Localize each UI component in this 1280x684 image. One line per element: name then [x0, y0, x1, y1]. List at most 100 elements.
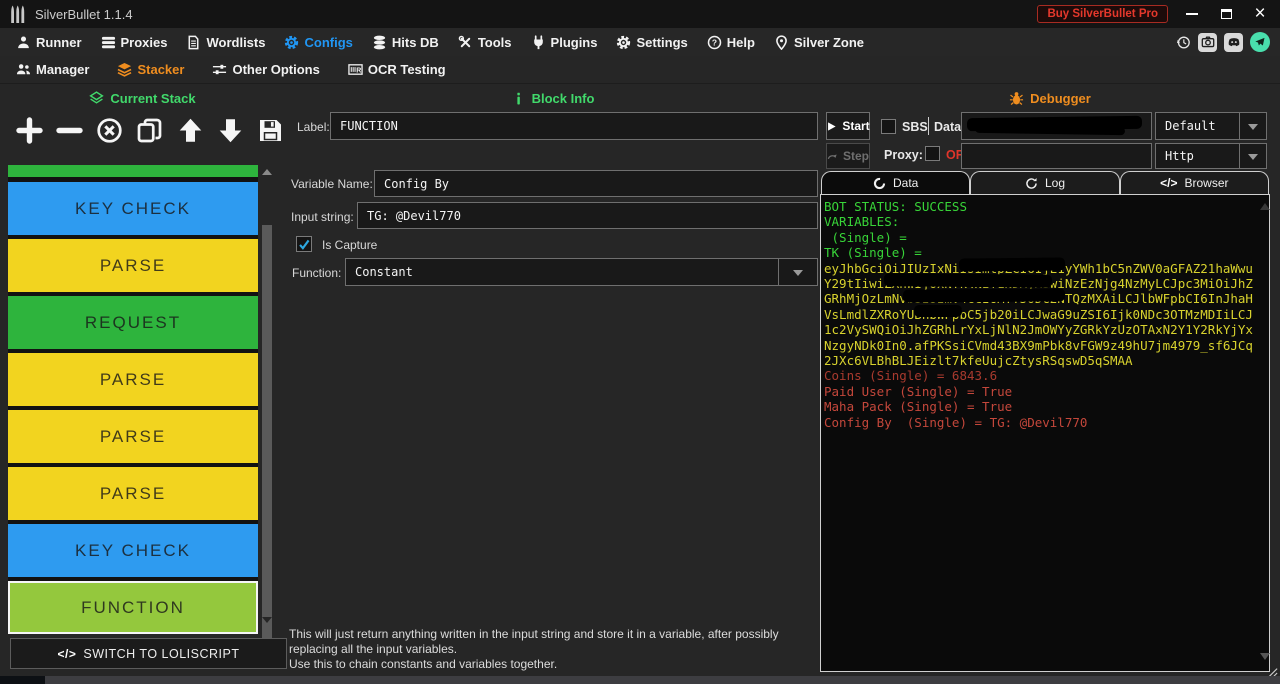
console-scroll-up-icon[interactable]	[1260, 203, 1270, 210]
tab-data[interactable]: Data	[821, 171, 970, 194]
clear-stack-button[interactable]	[96, 117, 123, 144]
remove-block-button[interactable]	[56, 117, 83, 144]
scrollbar-thumb[interactable]	[262, 225, 272, 645]
function-select-value: Constant	[355, 265, 778, 279]
menu-item-configs[interactable]: Configs	[284, 35, 352, 50]
svg-text:?: ?	[712, 37, 717, 47]
menu-item-label: Configs	[304, 35, 352, 50]
menu-right-icons	[1176, 32, 1280, 52]
is-capture-checkbox[interactable]	[296, 236, 312, 252]
submenu-item-ocr-testing[interactable]: ROCR Testing	[348, 62, 446, 77]
ocr-testing-icon: R	[348, 62, 363, 77]
move-down-button[interactable]	[217, 117, 244, 144]
menu-item-silver-zone[interactable]: Silver Zone	[774, 35, 864, 50]
redacted-token-scribble	[884, 273, 1052, 287]
proxy-input[interactable]	[961, 143, 1152, 169]
menu-item-label: Proxies	[121, 35, 168, 50]
code-icon: </>	[58, 647, 77, 661]
menu-item-help[interactable]: ?Help	[707, 35, 755, 50]
start-button[interactable]: Start	[826, 112, 870, 140]
stacker-icon	[117, 62, 132, 77]
stack-block-parse[interactable]: PARSE	[8, 467, 258, 520]
proxy-label: Proxy:	[884, 148, 923, 162]
submenu-item-manager[interactable]: Manager	[16, 62, 89, 77]
description-line: Use this to chain constants and variable…	[289, 657, 821, 672]
stack-block-key-check[interactable]: KEY CHECK	[8, 182, 258, 235]
bot-type-select[interactable]: Default	[1155, 112, 1267, 140]
titlebar: SilverBullet 1.1.4 Buy SilverBullet Pro …	[0, 0, 1280, 28]
proxy-type-select[interactable]: Http	[1155, 143, 1267, 169]
plugins-icon	[531, 35, 546, 50]
redacted-token-scribble	[914, 305, 962, 317]
console-line: 1c2VySWQiOiJhZGRhLrYxLjNlN2JmOWYyZGRkYzU…	[824, 322, 1269, 337]
stack-block-parse[interactable]: PARSE	[8, 353, 258, 406]
stack-block-request[interactable]: REQUEST	[8, 296, 258, 349]
select-divider	[778, 259, 779, 285]
screenshot-icon[interactable]	[1198, 33, 1217, 52]
submenu-item-other-options[interactable]: Other Options	[212, 62, 319, 77]
chevron-down-icon	[1248, 124, 1258, 135]
stack-block-key-check[interactable]: KEY CHECK	[8, 524, 258, 577]
stack-block-parse[interactable]: PARSE	[8, 410, 258, 463]
hits-db-icon	[372, 35, 387, 50]
switch-to-loliscript-button[interactable]: </> SWITCH TO LOLISCRIPT	[10, 638, 287, 669]
stack-block-function[interactable]: FUNCTION	[8, 581, 258, 634]
proxy-checkbox[interactable]	[925, 146, 940, 161]
move-up-button[interactable]	[177, 117, 204, 144]
divider	[928, 117, 929, 135]
buy-pro-button[interactable]: Buy SilverBullet Pro	[1037, 5, 1168, 23]
stack-list-scrollbar[interactable]	[261, 165, 273, 657]
tab-label: Data	[893, 176, 918, 190]
bot-type-value: Default	[1165, 119, 1239, 133]
function-select[interactable]: Constant	[345, 258, 818, 286]
step-button-label: Step	[843, 149, 869, 163]
maximize-button[interactable]	[1216, 4, 1236, 24]
label-input[interactable]	[330, 112, 818, 140]
discord-icon[interactable]	[1224, 33, 1243, 52]
duplicate-block-button[interactable]	[136, 117, 163, 144]
input-string-input[interactable]	[357, 202, 818, 229]
console-scroll-down-icon[interactable]	[1260, 653, 1270, 660]
stack-block-parse[interactable]: PARSE	[8, 239, 258, 292]
history-icon[interactable]	[1176, 35, 1191, 50]
tab-log[interactable]: Log	[970, 171, 1119, 194]
add-block-button[interactable]	[16, 117, 43, 144]
info-icon	[511, 91, 526, 106]
close-button[interactable]: ×	[1250, 4, 1270, 24]
variable-name-input[interactable]	[374, 170, 818, 197]
tab-browser[interactable]: </>Browser	[1120, 171, 1269, 194]
menu-item-label: Hits DB	[392, 35, 439, 50]
scroll-up-arrow-icon[interactable]	[262, 169, 272, 175]
browser-tab-icon: </>	[1160, 176, 1177, 190]
menu-item-label: Runner	[36, 35, 82, 50]
sbs-checkbox[interactable]	[881, 119, 896, 134]
menu-item-hits-db[interactable]: Hits DB	[372, 35, 439, 50]
menu-item-runner[interactable]: Runner	[16, 35, 82, 50]
tab-label: Log	[1045, 176, 1065, 190]
step-arrow-icon	[827, 151, 838, 162]
horizontal-scrollbar[interactable]	[0, 676, 1280, 684]
menu-item-tools[interactable]: Tools	[458, 35, 512, 50]
minimize-button[interactable]	[1182, 4, 1202, 24]
menu-item-settings[interactable]: Settings	[616, 35, 687, 50]
telegram-icon[interactable]	[1250, 32, 1270, 52]
stack-toolbar	[16, 110, 284, 150]
stack-layers-icon	[89, 91, 104, 106]
submenu-item-stacker[interactable]: Stacker	[117, 62, 184, 77]
menu-item-proxies[interactable]: Proxies	[101, 35, 168, 50]
manager-icon	[16, 62, 31, 77]
label-field-label: Label:	[297, 120, 330, 134]
current-stack-header: Current Stack	[0, 88, 285, 108]
menu-item-plugins[interactable]: Plugins	[531, 35, 598, 50]
sbs-label: SBS	[902, 120, 928, 134]
scroll-down-arrow-icon[interactable]	[262, 617, 272, 623]
step-button[interactable]: Step	[826, 143, 870, 169]
menu-item-wordlists[interactable]: Wordlists	[186, 35, 265, 50]
console-line: Paid User (Single) = True	[824, 384, 1269, 399]
stack-block-partial[interactable]	[8, 165, 258, 177]
runner-icon	[16, 35, 31, 50]
is-capture-label: Is Capture	[322, 238, 377, 252]
horizontal-scrollbar-thumb[interactable]	[45, 676, 1280, 684]
save-stack-button[interactable]	[257, 117, 284, 144]
switch-button-label: SWITCH TO LOLISCRIPT	[83, 647, 239, 661]
